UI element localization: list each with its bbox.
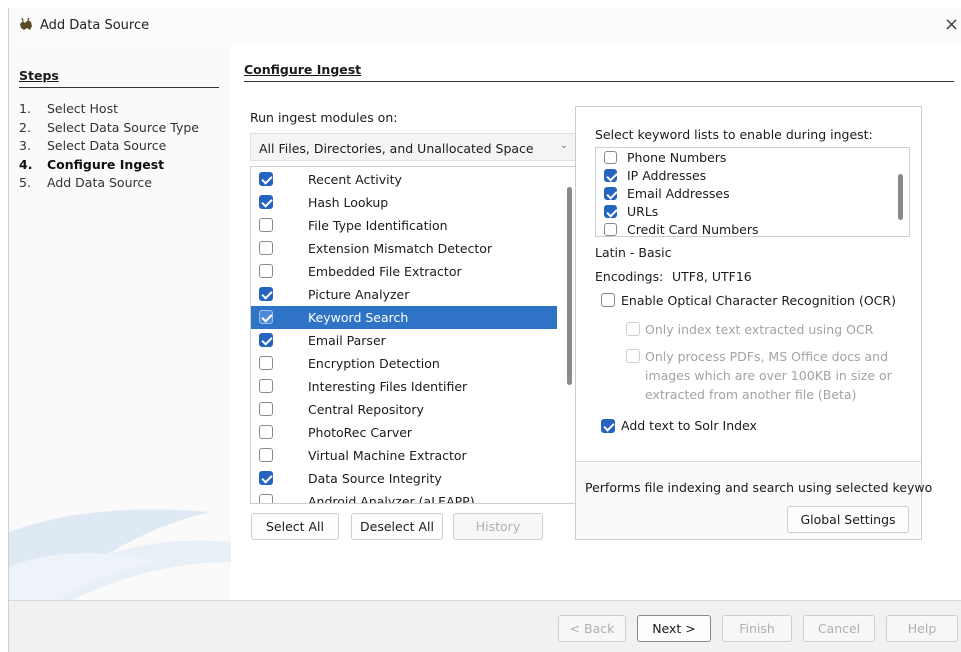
- run-ingest-dropdown[interactable]: All Files, Directories, and Unallocated …: [250, 133, 578, 161]
- module-checkbox[interactable]: [259, 287, 273, 301]
- module-row[interactable]: Extension Mismatch Detector: [251, 237, 557, 260]
- module-checkbox[interactable]: [259, 471, 273, 485]
- steps-list: 1. Select Host 2. Select Data Source Type …: [19, 100, 199, 193]
- step-item: 3. Select Data Source: [19, 138, 167, 153]
- keyword-list-item[interactable]: Credit Card Numbers: [596, 221, 886, 236]
- module-checkbox[interactable]: [259, 333, 273, 347]
- decorative-swoosh-graphic: [9, 509, 231, 600]
- keyword-lists-label: Select keyword lists to enable during in…: [595, 127, 873, 142]
- solr-index-label: Add text to Solr Index: [621, 418, 757, 433]
- ocr-only-index-checkbox[interactable]: [626, 322, 640, 336]
- add-data-source-window: Add Data Source × Steps 1. Select Host 2.…: [8, 8, 961, 652]
- module-list-scrollbar[interactable]: [567, 187, 572, 385]
- module-checkbox[interactable]: [259, 356, 273, 370]
- steps-panel: Steps 1. Select Host 2. Select Data Source…: [9, 42, 231, 600]
- ocr-label: Enable Optical Character Recognition (OC…: [621, 293, 896, 308]
- ocr-only-process-label-line: images which are over 100KB in size or: [645, 368, 892, 383]
- ocr-only-process-label-line: Only process PDFs, MS Office docs and: [645, 349, 889, 364]
- deselect-all-button[interactable]: Deselect All: [351, 513, 443, 540]
- configure-ingest-header: Configure Ingest: [244, 62, 954, 82]
- keyword-list-item[interactable]: IP Addresses: [596, 167, 886, 186]
- encodings-label: Encodings:: [595, 269, 664, 284]
- steps-header: Steps: [19, 68, 219, 88]
- module-row[interactable]: Central Repository: [251, 398, 557, 421]
- solr-index-checkbox[interactable]: [601, 419, 615, 433]
- step-item: 5. Add Data Source: [19, 175, 152, 190]
- keyword-search-settings-panel: Select keyword lists to enable during in…: [575, 106, 932, 540]
- module-row[interactable]: Embedded File Extractor: [251, 260, 557, 283]
- cancel-button[interactable]: Cancel: [803, 615, 875, 642]
- back-button[interactable]: < Back: [558, 615, 626, 642]
- keyword-list-scrollbar[interactable]: [898, 174, 903, 220]
- module-description: Performs file indexing and search using …: [585, 480, 933, 495]
- module-description-area: Performs file indexing and search using …: [576, 461, 932, 539]
- module-checkbox[interactable]: [259, 195, 273, 209]
- module-checkbox[interactable]: [259, 172, 273, 186]
- keyword-list-item[interactable]: Email Addresses: [596, 185, 886, 204]
- module-checkbox[interactable]: [259, 241, 273, 255]
- next-button[interactable]: Next >: [637, 615, 711, 642]
- module-checkbox[interactable]: [259, 379, 273, 393]
- module-row[interactable]: Android Analyzer (aLEAPP): [251, 490, 557, 503]
- keyword-checkbox[interactable]: [604, 187, 617, 200]
- title-bar: Add Data Source ×: [9, 8, 961, 42]
- wizard-footer: < Back Next > Finish Cancel Help: [9, 600, 961, 652]
- module-row-selected[interactable]: Keyword Search: [251, 306, 557, 329]
- keyword-checkbox[interactable]: [604, 223, 617, 236]
- module-row[interactable]: File Type Identification: [251, 214, 557, 237]
- keyword-list-item[interactable]: Phone Numbers: [596, 149, 886, 168]
- chevron-down-icon: ⌄: [559, 140, 568, 151]
- run-ingest-label: Run ingest modules on:: [250, 110, 398, 125]
- module-row[interactable]: Interesting Files Identifier: [251, 375, 557, 398]
- close-icon[interactable]: ×: [944, 14, 959, 35]
- module-row[interactable]: Encryption Detection: [251, 352, 557, 375]
- global-settings-button[interactable]: Global Settings: [787, 506, 909, 533]
- module-checkbox[interactable]: [259, 402, 273, 416]
- module-row[interactable]: Virtual Machine Extractor: [251, 444, 557, 467]
- select-all-button[interactable]: Select All: [251, 513, 339, 540]
- module-checkbox[interactable]: [259, 310, 273, 324]
- autopsy-dog-icon: [20, 18, 32, 30]
- module-checkbox[interactable]: [259, 494, 273, 503]
- window-title: Add Data Source: [40, 18, 150, 33]
- module-row[interactable]: Email Parser: [251, 329, 557, 352]
- module-checkbox[interactable]: [259, 218, 273, 232]
- ocr-only-index-label: Only index text extracted using OCR: [645, 322, 874, 337]
- run-ingest-selected: All Files, Directories, and Unallocated …: [259, 141, 534, 156]
- keyword-checkbox[interactable]: [604, 151, 617, 164]
- ocr-checkbox[interactable]: [601, 293, 615, 307]
- keyword-checkbox[interactable]: [604, 169, 617, 182]
- finish-button[interactable]: Finish: [722, 615, 792, 642]
- step-item: 2. Select Data Source Type: [19, 119, 199, 135]
- step-item-active: 4. Configure Ingest: [19, 156, 165, 172]
- module-row[interactable]: Recent Activity: [251, 168, 557, 191]
- module-row[interactable]: Picture Analyzer: [251, 283, 557, 306]
- module-checkbox[interactable]: [259, 448, 273, 462]
- keyword-lists[interactable]: Phone Numbers IP Addresses Email Address…: [595, 147, 910, 237]
- ocr-only-process-label-line: extracted from another file (Beta): [645, 387, 857, 402]
- module-checkbox[interactable]: [259, 425, 273, 439]
- step-item: 1. Select Host: [19, 101, 118, 116]
- help-button[interactable]: Help: [886, 615, 958, 642]
- module-row[interactable]: Data Source Integrity: [251, 467, 557, 490]
- module-checkbox[interactable]: [259, 264, 273, 278]
- keyword-checkbox[interactable]: [604, 205, 617, 218]
- history-button[interactable]: History: [453, 513, 543, 540]
- ocr-only-process-checkbox[interactable]: [626, 349, 640, 363]
- encodings-value: UTF8, UTF16: [672, 269, 752, 284]
- module-row[interactable]: PhotoRec Carver: [251, 421, 557, 444]
- keyword-list-item[interactable]: URLs: [596, 203, 886, 222]
- script-label: Latin - Basic: [595, 245, 672, 260]
- ingest-module-list[interactable]: Recent Activity Hash Lookup File Type Id…: [250, 166, 578, 504]
- module-row[interactable]: Hash Lookup: [251, 191, 557, 214]
